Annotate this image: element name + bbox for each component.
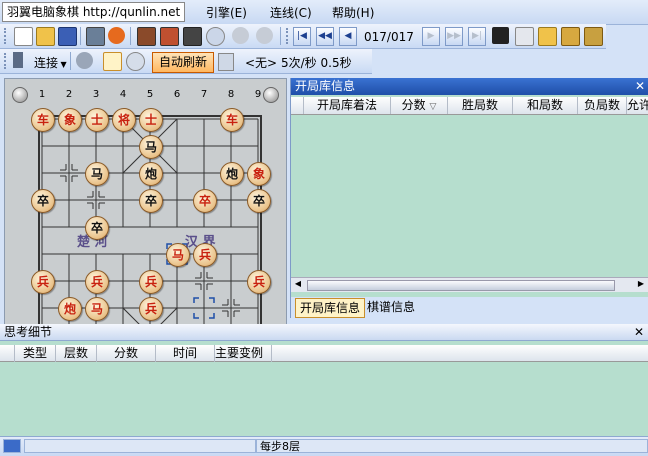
chess-piece[interactable]: 车 (31, 108, 55, 132)
settings-icon[interactable] (86, 27, 105, 46)
scroll-left-icon[interactable]: ◀ (292, 279, 304, 290)
move-counter: 017/017 (364, 30, 414, 44)
opening-book-panel: 开局库信息✕ 开局库着法 分数 ▽ 胜局数 和局数 负局数 允许 ◀ ▶ 开局库… (290, 78, 648, 318)
status-depth: 每步8层 (256, 439, 648, 453)
chess-piece[interactable]: 马 (166, 243, 190, 267)
last-move-button[interactable]: ▶| (468, 27, 486, 46)
tab-opening-book[interactable]: 开局库信息 (295, 298, 366, 318)
chess-piece[interactable]: 兵 (139, 270, 163, 294)
engine-icon[interactable] (76, 52, 93, 69)
copy-icon[interactable] (515, 27, 534, 46)
menu-help[interactable]: 帮助(H) (332, 4, 374, 21)
prev-many-button[interactable]: ◀◀ (316, 27, 334, 46)
new-file-icon[interactable] (14, 27, 33, 46)
engine-name: <无> (245, 56, 278, 70)
next-move-button[interactable]: ▶ (422, 27, 440, 46)
menu-bar: 羽翼电脑象棋 http://qunlin.net 引擎(E) 连线(C) 帮助(… (0, 0, 648, 25)
chess-piece[interactable]: 马 (85, 162, 109, 186)
speed-readout: 5次/秒 0.5秒 (281, 56, 352, 70)
chess-board-panel[interactable]: 123456789 楚 河 汉 界 车象士将士车马马炮炮象卒卒卒卒卒马兵兵兵兵兵… (4, 78, 287, 326)
search-icon[interactable] (206, 27, 225, 46)
thinking-header: 类型 层数 分数 时间 主要变例 (0, 345, 648, 362)
thinking-detail-panel: 思考细节 ✕ 类型 层数 分数 时间 主要变例 (0, 324, 648, 436)
close-icon[interactable]: ✕ (634, 324, 644, 341)
chevron-down-icon: ▼ (58, 60, 67, 69)
flip-icon[interactable] (492, 27, 509, 44)
thinking-detail-title: 思考细节 ✕ (0, 324, 648, 341)
toolbar-grip (4, 28, 9, 44)
clock-icon[interactable] (108, 27, 125, 44)
chess-piece[interactable]: 士 (85, 108, 109, 132)
export-icon[interactable] (561, 27, 580, 46)
status-main (24, 439, 256, 453)
main-toolbar: |◀ ◀◀ ◀ 017/017 ▶ ▶▶ ▶| (0, 24, 606, 49)
close-icon[interactable]: ✕ (635, 78, 645, 95)
chess-piece[interactable]: 兵 (85, 270, 109, 294)
col-wins[interactable]: 胜局数 (448, 97, 513, 114)
col-allow[interactable]: 允许 (627, 97, 648, 114)
chess-piece[interactable]: 象 (58, 108, 82, 132)
status-icon (3, 439, 21, 453)
chess-piece[interactable]: 卒 (85, 216, 109, 240)
chess-piece[interactable]: 象 (247, 162, 271, 186)
chess-piece[interactable]: 卒 (31, 189, 55, 213)
analysis-view-icon[interactable] (103, 52, 122, 71)
opening-book-title: 开局库信息 ✕ (291, 78, 648, 95)
tab-game-record[interactable]: 棋谱信息 (363, 298, 419, 316)
refresh-icon[interactable] (256, 27, 273, 44)
board-view-icon[interactable] (137, 27, 156, 46)
paste-icon[interactable] (538, 27, 557, 46)
chess-piece[interactable]: 将 (112, 108, 136, 132)
col-time[interactable]: 时间 (156, 345, 215, 362)
chess-piece[interactable]: 马 (85, 297, 109, 321)
col-depth[interactable]: 层数 (56, 345, 97, 362)
prev-move-button[interactable]: ◀ (339, 27, 357, 46)
col-main-line[interactable]: 主要变例 (215, 345, 272, 362)
chess-piece[interactable]: 兵 (247, 270, 271, 294)
status-bar: 每步8层 (0, 436, 648, 456)
open-folder-icon[interactable] (36, 27, 55, 46)
chess-piece[interactable]: 卒 (193, 189, 217, 213)
plug-icon (13, 52, 23, 68)
connect-dropdown[interactable]: 连接 ▼ (34, 54, 67, 71)
chess-piece[interactable]: 车 (220, 108, 244, 132)
chess-piece[interactable]: 卒 (247, 189, 271, 213)
next-many-button[interactable]: ▶▶ (445, 27, 463, 46)
connect-label: 连接 (34, 56, 59, 70)
menu-engine[interactable]: 引擎(E) (206, 4, 247, 21)
col-score[interactable]: 分数 ▽ (391, 97, 448, 114)
chess-piece[interactable]: 兵 (31, 270, 55, 294)
stop-icon[interactable] (232, 27, 249, 44)
save-icon[interactable] (58, 27, 77, 46)
chess-piece[interactable]: 炮 (220, 162, 244, 186)
red-board-icon[interactable] (160, 27, 179, 46)
opening-book-header: 开局库着法 分数 ▽ 胜局数 和局数 负局数 允许 (291, 97, 648, 115)
horizontal-scrollbar[interactable]: ◀ ▶ (291, 277, 648, 292)
info-tabs: 开局库信息 棋谱信息 (291, 297, 648, 318)
monitor-icon[interactable] (183, 27, 202, 46)
chess-piece[interactable]: 炮 (58, 297, 82, 321)
col-book-move[interactable]: 开局库着法 (304, 97, 391, 114)
scroll-right-icon[interactable]: ▶ (635, 279, 647, 290)
sort-arrow-icon: ▽ (429, 102, 437, 112)
chess-piece[interactable]: 兵 (193, 243, 217, 267)
chess-piece[interactable]: 马 (139, 135, 163, 159)
chess-piece[interactable]: 炮 (139, 162, 163, 186)
chess-piece[interactable]: 卒 (139, 189, 163, 213)
auto-refresh-button[interactable]: 自动刷新 (152, 52, 214, 73)
app-title: 羽翼电脑象棋 http://qunlin.net (2, 2, 186, 22)
zoom-icon[interactable] (126, 52, 145, 71)
col-losses[interactable]: 负局数 (578, 97, 627, 114)
col-draws[interactable]: 和局数 (513, 97, 578, 114)
refresh-small-icon[interactable] (218, 53, 234, 71)
menu-connect[interactable]: 连线(C) (270, 4, 312, 21)
col-type[interactable]: 类型 (15, 345, 56, 362)
chess-piece[interactable]: 士 (139, 108, 163, 132)
scroll-thumb[interactable] (307, 280, 615, 291)
import-icon[interactable] (584, 27, 603, 46)
first-move-button[interactable]: |◀ (293, 27, 311, 46)
col-think-score[interactable]: 分数 (97, 345, 156, 362)
chess-piece[interactable]: 兵 (139, 297, 163, 321)
